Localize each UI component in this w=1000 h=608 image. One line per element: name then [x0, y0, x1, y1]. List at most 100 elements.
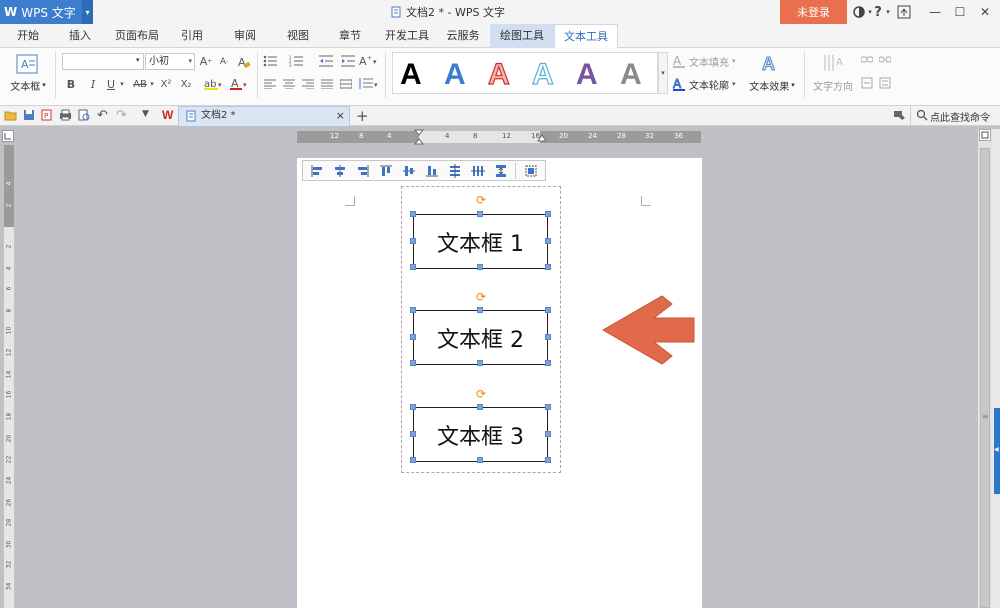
tab-insert[interactable]: 插入: [60, 24, 100, 48]
clear-format-icon[interactable]: A: [236, 53, 252, 70]
app-menu-button[interactable]: W WPS 文字 ▾: [0, 0, 93, 24]
align-top-objects-icon[interactable]: [374, 163, 397, 179]
highlight-icon[interactable]: ab ▾: [202, 76, 224, 92]
side-panel-arrow-icon[interactable]: ◀: [994, 446, 999, 453]
wps-doc-icon[interactable]: W: [162, 108, 176, 123]
search-icon[interactable]: [916, 109, 928, 124]
resize-handle[interactable]: [410, 238, 416, 244]
font-name-dropdown-icon[interactable]: ▾: [136, 56, 140, 64]
options-icon[interactable]: [893, 109, 907, 124]
resize-handle[interactable]: [545, 264, 551, 270]
resize-handle[interactable]: [545, 404, 551, 410]
align-left-icon[interactable]: [262, 76, 278, 92]
resize-handle[interactable]: [477, 307, 483, 313]
strikethrough-dropdown-icon[interactable]: ▾: [148, 76, 156, 92]
tab-view[interactable]: 视图: [278, 24, 318, 48]
ruler-toggle-icon[interactable]: [2, 130, 14, 142]
close-window-button[interactable]: ✕: [975, 3, 995, 21]
text-outline-button[interactable]: A 文本轮廓 ▾: [672, 76, 744, 92]
open-folder-icon[interactable]: [4, 109, 17, 124]
resize-handle[interactable]: [477, 360, 483, 366]
redo-icon[interactable]: ↷: [116, 108, 127, 123]
font-size-select[interactable]: 小初 ▾: [145, 53, 195, 70]
tab-drawing-tools[interactable]: 绘图工具: [490, 24, 554, 48]
create-link-icon[interactable]: [860, 76, 874, 90]
find-command-input[interactable]: 点此查找命令: [930, 109, 990, 124]
tab-chapter[interactable]: 章节: [330, 24, 370, 48]
print-icon[interactable]: [59, 109, 72, 124]
rotate-handle-icon[interactable]: ⟳: [475, 388, 487, 400]
text-effect-button[interactable]: 文本效果 ▾: [744, 78, 800, 93]
resize-handle[interactable]: [477, 404, 483, 410]
resize-handle[interactable]: [477, 457, 483, 463]
tab-references[interactable]: 引用: [172, 24, 212, 48]
tab-cloud-service[interactable]: 云服务: [440, 24, 486, 48]
tab-text-tools[interactable]: 文本工具: [554, 24, 618, 48]
font-name-select[interactable]: [62, 53, 144, 70]
align-right-objects-icon[interactable]: [351, 163, 374, 179]
resize-handle[interactable]: [477, 211, 483, 217]
textbox-button[interactable]: 文本框 ▾: [6, 78, 50, 93]
rotate-handle-icon[interactable]: ⟳: [475, 194, 487, 206]
pin-icon[interactable]: [895, 3, 913, 21]
scrollbar-thumb[interactable]: [980, 148, 990, 608]
unlink-icon[interactable]: [878, 53, 892, 67]
text-direction-button[interactable]: 文字方向: [810, 78, 856, 93]
resize-handle[interactable]: [410, 431, 416, 437]
text-box-3[interactable]: 文本框 3: [413, 407, 548, 462]
new-tab-button[interactable]: +: [356, 106, 369, 126]
resize-handle[interactable]: [410, 334, 416, 340]
text-box-1[interactable]: 文本框 1: [413, 214, 548, 269]
textbox-icon[interactable]: A: [16, 54, 38, 77]
resize-handle[interactable]: [545, 238, 551, 244]
maximize-button[interactable]: ☐: [950, 3, 970, 21]
close-tab-icon[interactable]: ×: [336, 107, 345, 125]
resize-handle[interactable]: [410, 211, 416, 217]
align-right-icon[interactable]: [300, 76, 316, 92]
undo-icon[interactable]: ↶: [97, 108, 108, 123]
superscript-button[interactable]: X²: [158, 76, 174, 92]
resize-handle[interactable]: [410, 360, 416, 366]
resize-handle[interactable]: [410, 264, 416, 270]
indent-marker-icon[interactable]: [413, 129, 425, 150]
break-link-icon[interactable]: [878, 76, 892, 90]
align-center-objects-icon[interactable]: [328, 163, 351, 179]
tab-page-layout[interactable]: 页面布局: [110, 24, 164, 48]
resize-handle[interactable]: [410, 307, 416, 313]
align-middle-objects-icon[interactable]: [397, 163, 420, 179]
resize-handle[interactable]: [545, 334, 551, 340]
save-icon[interactable]: [23, 109, 35, 124]
equal-spacing-icon[interactable]: [489, 163, 512, 179]
font-color-icon[interactable]: A ▾: [228, 76, 250, 92]
rotate-handle-icon[interactable]: ⟳: [475, 291, 487, 303]
minimize-button[interactable]: —: [925, 3, 945, 21]
grow-font-icon[interactable]: A +: [198, 53, 214, 70]
distribute-horizontal-icon[interactable]: [443, 163, 466, 179]
document-tab[interactable]: 文档2 * ×: [178, 106, 350, 126]
print-preview-icon[interactable]: [78, 109, 91, 124]
resize-handle[interactable]: [545, 211, 551, 217]
resize-handle[interactable]: [410, 457, 416, 463]
increase-indent-icon[interactable]: [340, 53, 356, 69]
text-box-2[interactable]: 文本框 2: [413, 310, 548, 365]
bold-button[interactable]: B: [64, 76, 78, 92]
resize-handle[interactable]: [545, 431, 551, 437]
group-objects-icon[interactable]: [519, 163, 542, 179]
bullet-list-icon[interactable]: [262, 53, 282, 69]
resize-handle[interactable]: [545, 457, 551, 463]
resize-handle[interactable]: [477, 264, 483, 270]
align-center-icon[interactable]: [281, 76, 297, 92]
underline-button[interactable]: U: [104, 76, 118, 92]
text-fill-button[interactable]: A 文本填充 ▾: [672, 53, 744, 69]
tab-developer[interactable]: 开发工具: [380, 24, 434, 48]
line-spacing-icon[interactable]: ▾: [358, 76, 380, 92]
shrink-font-icon[interactable]: A-: [216, 53, 232, 70]
style-gallery-more-button[interactable]: ▾: [658, 52, 668, 94]
tab-start[interactable]: 开始: [8, 24, 48, 48]
help-dropdown-icon[interactable]: ▾: [884, 3, 892, 21]
align-left-objects-icon[interactable]: [305, 163, 328, 179]
quick-access-dropdown-icon[interactable]: ▼: [142, 109, 149, 119]
save-as-icon[interactable]: P: [41, 109, 54, 124]
underline-dropdown-icon[interactable]: ▾: [118, 76, 126, 92]
text-effect-icon[interactable]: A: [760, 53, 780, 76]
